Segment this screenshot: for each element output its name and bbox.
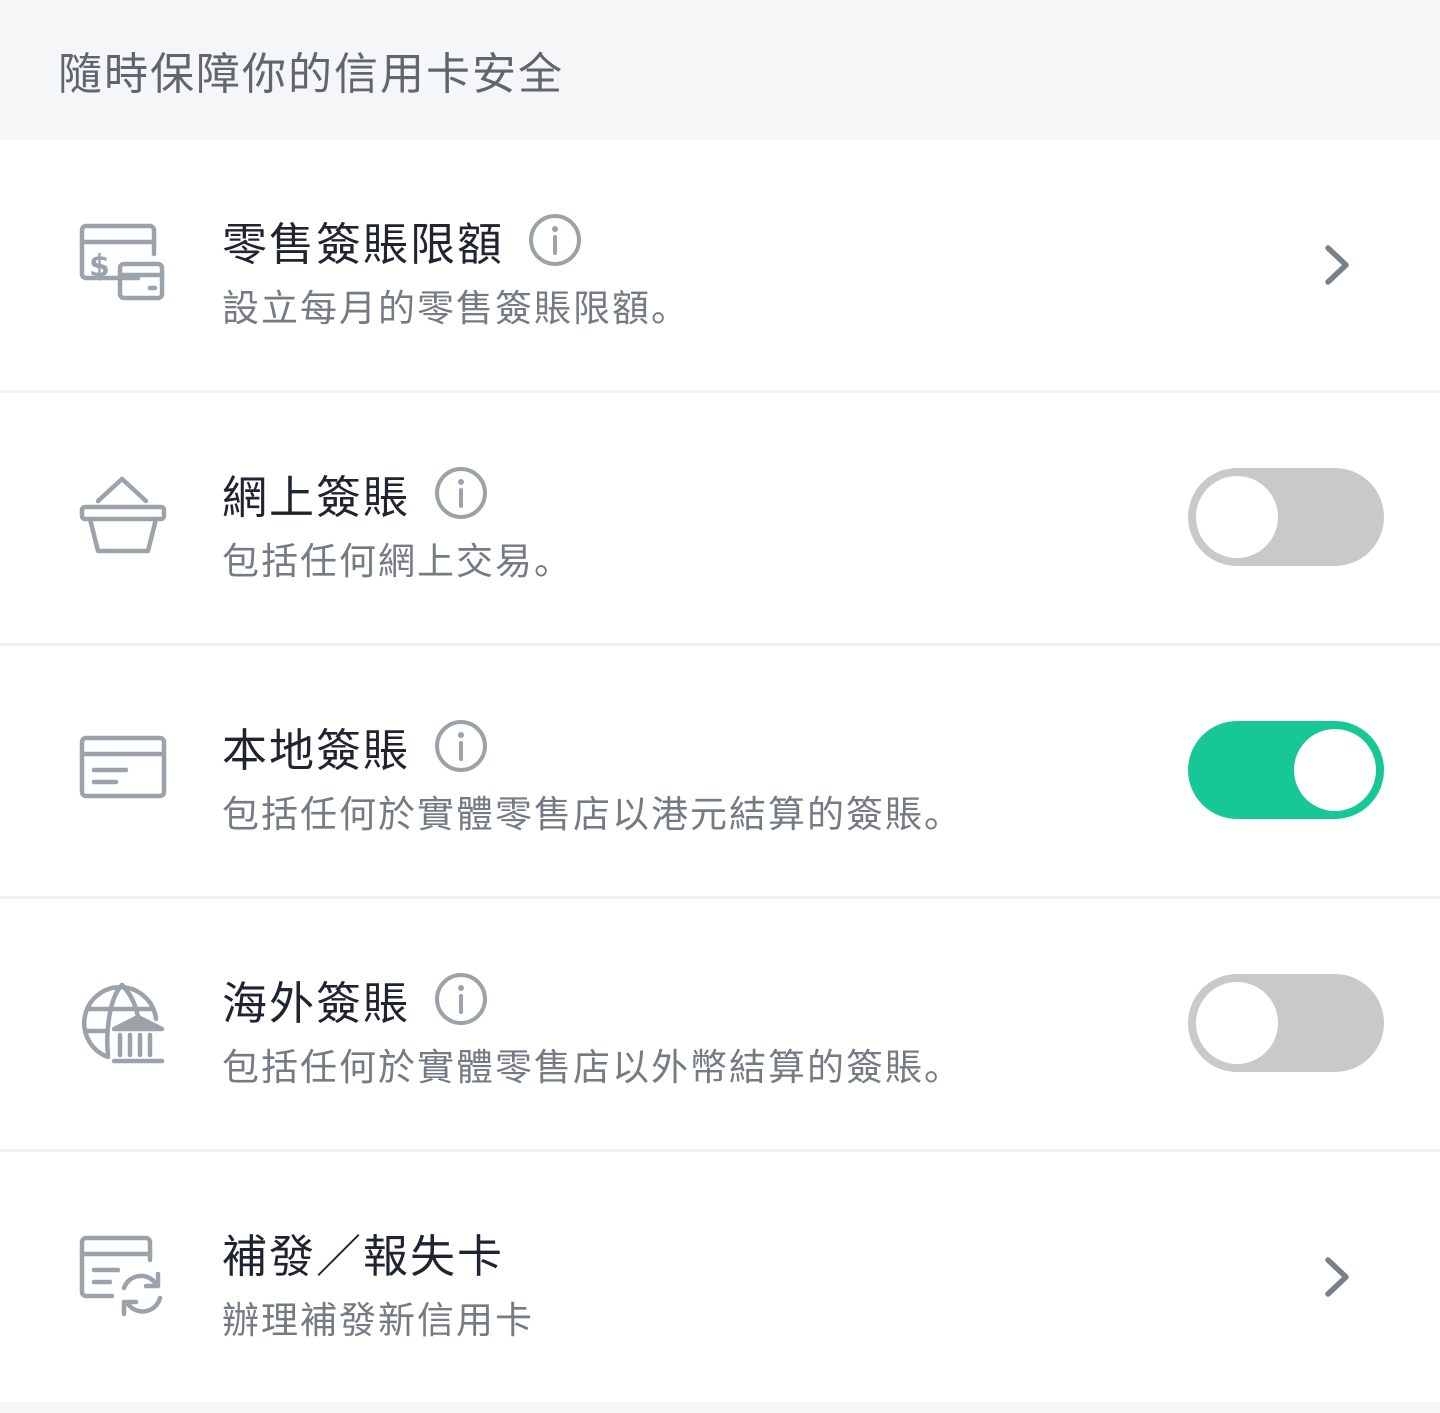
info-icon[interactable] [434, 719, 488, 773]
settings-list: $ 零售簽賬限額 設立每月的零售簽賬限額。 網上簽賬 包括任何網上交易。 本地簽… [0, 140, 1440, 1402]
row-text: 海外簽賬 包括任何於實體零售店以外幣結算的簽賬。 [222, 969, 963, 1091]
settings-row-online: 網上簽賬 包括任何網上交易。 [0, 393, 1440, 643]
settings-row-replace-card[interactable]: 補發／報失卡 辦理補發新信用卡 [0, 1152, 1440, 1402]
settings-row-retail-limit[interactable]: $ 零售簽賬限額 設立每月的零售簽賬限額。 [0, 140, 1440, 390]
row-subtitle: 辦理補發新信用卡 [222, 1299, 534, 1342]
section-header: 隨時保障你的信用卡安全 [0, 0, 1440, 140]
row-title: 補發／報失卡 [222, 1229, 505, 1283]
globe-bank-icon [78, 979, 168, 1069]
row-subtitle: 包括任何網上交易。 [222, 540, 573, 583]
card-icon [78, 726, 168, 816]
overseas-spending-toggle[interactable] [1188, 974, 1384, 1072]
row-title: 海外簽賬 [222, 976, 411, 1030]
row-text: 零售簽賬限額 設立每月的零售簽賬限額。 [222, 210, 690, 332]
section-title: 隨時保障你的信用卡安全 [58, 49, 564, 100]
shopping-basket-icon [78, 473, 168, 563]
local-spending-toggle[interactable] [1188, 721, 1384, 819]
retail-limit-icon: $ [78, 220, 168, 310]
info-icon[interactable] [528, 213, 582, 267]
row-title: 零售簽賬限額 [222, 217, 505, 271]
info-icon[interactable] [434, 466, 488, 520]
toggle-knob [1294, 729, 1376, 811]
row-text: 網上簽賬 包括任何網上交易。 [222, 463, 573, 585]
online-spending-toggle[interactable] [1188, 468, 1384, 566]
chevron-right-icon[interactable] [1312, 240, 1362, 290]
row-title: 本地簽賬 [222, 723, 411, 777]
bottom-divider [0, 1402, 1440, 1410]
row-subtitle: 包括任何於實體零售店以港元結算的簽賬。 [222, 793, 963, 836]
row-text: 補發／報失卡 辦理補發新信用卡 [222, 1222, 534, 1344]
settings-row-local: 本地簽賬 包括任何於實體零售店以港元結算的簽賬。 [0, 646, 1440, 896]
toggle-knob [1196, 982, 1278, 1064]
info-icon[interactable] [434, 972, 488, 1026]
row-subtitle: 包括任何於實體零售店以外幣結算的簽賬。 [222, 1046, 963, 1089]
card-replace-icon [78, 1232, 168, 1322]
svg-text:$: $ [89, 249, 110, 284]
chevron-right-icon[interactable] [1312, 1252, 1362, 1302]
row-title: 網上簽賬 [222, 470, 411, 524]
row-text: 本地簽賬 包括任何於實體零售店以港元結算的簽賬。 [222, 716, 963, 838]
toggle-knob [1196, 476, 1278, 558]
row-subtitle: 設立每月的零售簽賬限額。 [222, 287, 690, 330]
settings-row-overseas: 海外簽賬 包括任何於實體零售店以外幣結算的簽賬。 [0, 899, 1440, 1149]
